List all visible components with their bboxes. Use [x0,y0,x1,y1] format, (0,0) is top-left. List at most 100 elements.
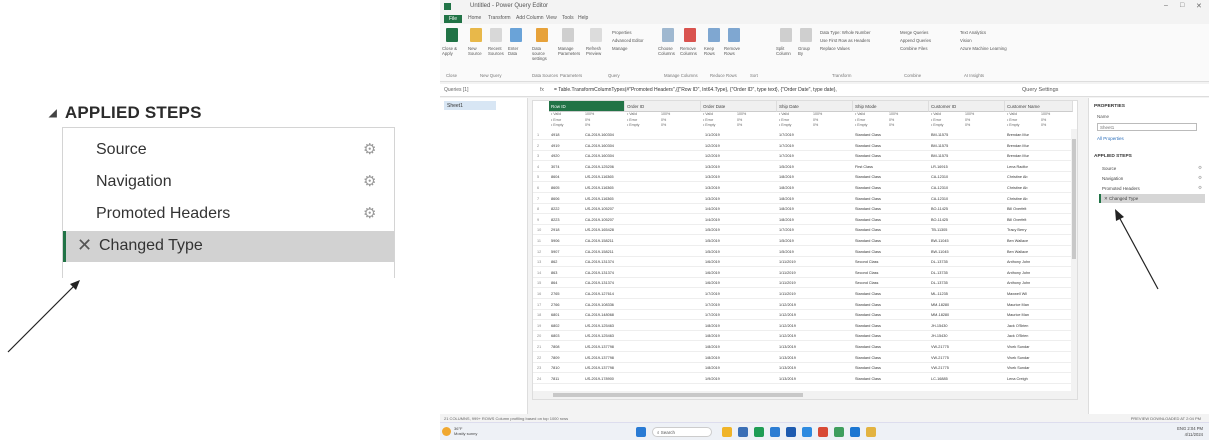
table-cell[interactable]: 1/8/2019 [705,324,720,328]
close-apply-icon[interactable] [446,28,458,42]
table-cell[interactable]: Brendan Mur [1007,144,1029,148]
powerpoint-icon[interactable] [818,427,828,437]
table-cell[interactable]: BW-11045 [931,239,949,243]
table-cell[interactable]: 1/6/2019 [705,281,720,285]
table-cell[interactable]: 1/3/2019 [705,165,720,169]
ribbon-first-row-headers[interactable]: Use First Row as Headers [820,38,870,43]
properties-header[interactable]: PROPERTIES [1094,104,1125,109]
table-cell[interactable]: Ben Wallace [1007,239,1028,243]
table-cell[interactable]: 1/8/2019 [705,334,720,338]
table-cell[interactable]: DL-13735 [931,260,948,264]
table-cell[interactable]: Standard Class [855,366,881,370]
weather-icon[interactable] [442,427,451,436]
excel-icon[interactable] [754,427,764,437]
step-source[interactable]: Source ⚙ [63,135,394,166]
table-cell[interactable]: 1/7/2019 [705,303,720,307]
table-cell[interactable]: 1/7/2019 [779,154,794,158]
table-cell[interactable]: 1/11/2019 [779,292,796,296]
table-cell[interactable]: 6803 [551,334,559,338]
ribbon-merge-queries[interactable]: Merge Queries [900,30,928,35]
table-cell[interactable]: 1/8/2019 [779,207,794,211]
vertical-scrollbar[interactable] [1071,129,1077,391]
table-cell[interactable]: CA-2019-160304 [585,144,614,148]
table-cell[interactable]: US-2019-125463 [585,324,614,328]
table-cell[interactable]: 1/8/2019 [779,186,794,190]
table-cell[interactable]: 1/7/2019 [705,313,720,317]
table-cell[interactable]: Second Class [855,260,878,264]
table-cell[interactable]: US-2019-137798 [585,356,614,360]
edge-icon[interactable] [770,427,780,437]
keep-rows-icon[interactable] [708,28,720,42]
table-cell[interactable]: 5906 [551,239,559,243]
table-cell[interactable]: 1/6/2019 [705,260,720,264]
table-cell[interactable]: CA-2019-127614 [585,292,614,296]
teams-icon[interactable] [850,427,860,437]
table-cell[interactable]: ML-11235 [931,292,948,296]
table-cell[interactable]: US-2019-116365 [585,186,614,190]
start-icon[interactable] [636,427,646,437]
query-item-sheet1[interactable]: Sheet1 [444,101,496,110]
menu-file[interactable]: File [444,15,463,23]
split-column-icon[interactable] [780,28,792,42]
ribbon-keep-rows[interactable]: Keep Rows [704,46,720,56]
qs-step-promoted-headers[interactable]: Promoted Headers ⚙ [1099,184,1205,193]
table-cell[interactable]: US-2019-178900 [585,377,614,381]
table-cell[interactable]: MM-18280 [931,313,949,317]
ribbon-split-column[interactable]: Split Column [776,46,794,56]
qs-step-changed-type[interactable]: ✕ Changed Type [1099,194,1205,203]
table-cell[interactable]: Maxwell Wil [1007,292,1027,296]
table-cell[interactable]: CA-12310 [931,175,948,179]
column-header-customer-name[interactable]: Customer Name [1005,101,1073,112]
table-cell[interactable]: 1/8/2019 [779,218,794,222]
table-cell[interactable]: US-2019-137798 [585,366,614,370]
ribbon-remove-rows[interactable]: Remove Rows [724,46,742,56]
ribbon-text-analytics[interactable]: Text Analytics [960,30,986,35]
table-cell[interactable]: 1/13/2019 [779,345,796,349]
ribbon-new-source[interactable]: New Source [468,46,486,56]
table-cell[interactable]: 1/5/2019 [705,228,720,232]
delete-step-icon[interactable]: ✕ [77,235,92,256]
collapse-triangle-icon[interactable]: ◢ [49,108,57,119]
ribbon-advanced-editor[interactable]: Advanced Editor [612,38,644,43]
table-cell[interactable]: 864 [551,281,557,285]
file-explorer-icon[interactable] [738,427,748,437]
chrome-icon[interactable] [834,427,844,437]
table-cell[interactable]: Anthony John [1007,281,1030,285]
table-cell[interactable]: 1/12/2019 [779,334,796,338]
table-cell[interactable]: CA-2019-131374 [585,271,614,275]
table-cell[interactable]: 1/6/2019 [705,271,720,275]
table-cell[interactable]: DL-13735 [931,281,948,285]
table-cell[interactable]: BM-11575 [931,133,948,137]
ribbon-data-type[interactable]: Data Type: Whole Number [820,30,871,35]
menu-view[interactable]: View [546,15,557,21]
ribbon-group-by[interactable]: Group By [798,46,814,56]
ribbon-properties[interactable]: Properties [612,30,632,35]
ribbon-append-queries[interactable]: Append Queries [900,38,931,43]
table-cell[interactable]: 1/8/2019 [779,175,794,179]
table-cell[interactable]: Jack O'Brien [1007,334,1028,338]
table-cell[interactable]: 2765 [551,292,559,296]
table-cell[interactable]: 1/5/2019 [705,239,720,243]
query-name-input[interactable]: Sheet1 [1097,123,1197,131]
gear-icon[interactable]: ⚙ [1198,165,1202,171]
table-cell[interactable]: VW-21775 [931,345,949,349]
table-cell[interactable]: Standard Class [855,313,881,317]
table-cell[interactable]: 1/7/2019 [779,133,794,137]
table-cell[interactable]: BW-11045 [931,250,949,254]
step-changed-type[interactable]: ✕ Changed Type [63,231,394,262]
table-cell[interactable]: Ben Wallace [1007,250,1028,254]
table-cell[interactable]: 1/2/2019 [705,154,720,158]
column-header-row-id[interactable]: Row ID [549,101,625,112]
table-cell[interactable]: Standard Class [855,218,881,222]
table-cell[interactable]: 1/9/2019 [705,377,720,381]
widgets-icon[interactable] [722,427,732,437]
table-cell[interactable]: 6802 [551,324,559,328]
table-cell[interactable]: 4918 [551,133,559,137]
table-cell[interactable]: Standard Class [855,154,881,158]
table-cell[interactable]: CA-2019-125206 [585,165,614,169]
table-cell[interactable]: 1/12/2019 [779,324,796,328]
table-cell[interactable]: Lena Creigh [1007,377,1028,381]
system-tray[interactable]: ENG 2:04 PM 4/11/2024 [1177,426,1203,437]
ribbon-enter-data[interactable]: Enter Data [508,46,524,56]
ribbon-data-source-settings[interactable]: Data source settings [532,46,554,61]
